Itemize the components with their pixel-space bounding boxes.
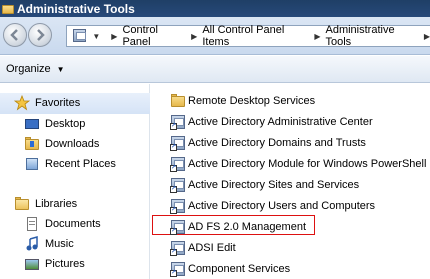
forward-button[interactable] bbox=[28, 23, 52, 47]
crumb-admin-tools[interactable]: Administrative Tools bbox=[325, 24, 418, 48]
shortcut-icon: ↗ bbox=[170, 198, 186, 214]
list-item[interactable]: ↗ Active Directory Module for Windows Po… bbox=[170, 154, 426, 174]
sidebar-item-label: Desktop bbox=[45, 118, 86, 130]
list-item[interactable]: ↗ Active Directory Users and Computers bbox=[170, 196, 375, 216]
list-item-ad-fs-management[interactable]: ↗ AD FS 2.0 Management bbox=[170, 217, 306, 237]
music-icon bbox=[24, 236, 40, 252]
downloads-folder-icon bbox=[24, 136, 40, 152]
desktop-icon bbox=[24, 116, 40, 132]
favorites-label: Favorites bbox=[35, 97, 81, 109]
chevron-right-icon[interactable]: ▶ bbox=[424, 32, 430, 41]
shortcut-icon: ↗ bbox=[170, 219, 186, 235]
list-item[interactable]: ↗ Active Directory Administrative Center bbox=[170, 112, 373, 132]
pictures-icon bbox=[24, 256, 40, 272]
sidebar-item-label: Documents bbox=[45, 218, 101, 230]
libraries-icon bbox=[14, 196, 30, 212]
address-bar[interactable]: ▼ ▶ Control Panel ▶ All Control Panel It… bbox=[66, 24, 430, 48]
sidebar-item-pictures[interactable]: Pictures bbox=[24, 254, 85, 274]
shortcut-icon: ↗ bbox=[170, 135, 186, 151]
back-button[interactable] bbox=[3, 23, 27, 47]
file-name: Remote Desktop Services bbox=[188, 95, 316, 107]
file-name: Active Directory Administrative Center bbox=[188, 116, 373, 128]
libraries-label: Libraries bbox=[35, 198, 78, 210]
list-item[interactable]: ↗ Component Services bbox=[170, 259, 290, 279]
chevron-right-icon: ▶ bbox=[111, 31, 118, 41]
shortcut-icon: ↗ bbox=[170, 177, 186, 193]
sidebar-item-label: Music bbox=[45, 238, 74, 250]
sidebar-item-label: Recent Places bbox=[45, 158, 116, 170]
favorites-header[interactable]: Favorites bbox=[13, 93, 81, 113]
navigation-bar: ▼ ▶ Control Panel ▶ All Control Panel It… bbox=[0, 17, 430, 55]
file-name: Active Directory Module for Windows Powe… bbox=[188, 158, 427, 170]
forward-arrow-icon bbox=[37, 29, 45, 41]
folder-icon bbox=[2, 3, 14, 14]
shortcut-icon: ↗ bbox=[170, 261, 186, 277]
chevron-right-icon[interactable]: ▶ bbox=[191, 32, 197, 41]
control-panel-icon bbox=[72, 28, 89, 44]
folder-icon bbox=[170, 93, 186, 109]
breadcrumb: ▶ Control Panel ▶ All Control Panel Item… bbox=[106, 24, 430, 48]
list-item[interactable]: ↗ ADSI Edit bbox=[170, 238, 236, 258]
list-item[interactable]: ↗ Active Directory Sites and Services bbox=[170, 175, 359, 195]
file-name: AD FS 2.0 Management bbox=[188, 221, 307, 233]
file-name: Component Services bbox=[188, 263, 291, 275]
list-item[interactable]: Remote Desktop Services bbox=[170, 91, 315, 111]
crumb-control-panel[interactable]: Control Panel bbox=[122, 24, 186, 48]
navigation-pane: Favorites Desktop Downloads Recent Place… bbox=[0, 84, 150, 279]
list-item[interactable]: ↗ Active Directory Domains and Trusts bbox=[170, 133, 366, 153]
shortcut-icon: ↗ bbox=[170, 156, 186, 172]
file-list: Remote Desktop Services ↗ Active Directo… bbox=[152, 84, 430, 279]
shortcut-icon: ↗ bbox=[170, 240, 186, 256]
chevron-down-icon[interactable]: ▼ bbox=[57, 65, 65, 74]
file-name: ADSI Edit bbox=[188, 242, 236, 254]
sidebar-item-documents[interactable]: Documents bbox=[24, 214, 101, 234]
file-name: Active Directory Users and Computers bbox=[188, 200, 376, 212]
crumb-all-items[interactable]: All Control Panel Items bbox=[202, 24, 309, 48]
sidebar-item-downloads[interactable]: Downloads bbox=[24, 134, 99, 154]
documents-icon bbox=[24, 216, 40, 232]
libraries-header[interactable]: Libraries bbox=[14, 194, 77, 214]
star-icon bbox=[13, 94, 31, 111]
organize-button[interactable]: Organize bbox=[6, 63, 51, 75]
chevron-down-icon[interactable]: ▼ bbox=[92, 32, 100, 41]
file-name: Active Directory Sites and Services bbox=[188, 179, 360, 191]
command-bar: Organize ▼ bbox=[0, 56, 430, 83]
chevron-right-icon[interactable]: ▶ bbox=[314, 32, 320, 41]
window-title: Administrative Tools bbox=[17, 1, 135, 16]
sidebar-item-desktop[interactable]: Desktop bbox=[24, 114, 85, 134]
recent-places-icon bbox=[24, 156, 40, 172]
file-name: Active Directory Domains and Trusts bbox=[188, 137, 366, 149]
title-bar: Administrative Tools bbox=[0, 0, 430, 17]
shortcut-icon: ↗ bbox=[170, 114, 186, 130]
sidebar-item-recent-places[interactable]: Recent Places bbox=[24, 154, 116, 174]
back-arrow-icon bbox=[10, 29, 18, 41]
sidebar-item-label: Downloads bbox=[45, 138, 100, 150]
sidebar-item-label: Pictures bbox=[45, 258, 85, 270]
sidebar-item-music[interactable]: Music bbox=[24, 234, 74, 254]
